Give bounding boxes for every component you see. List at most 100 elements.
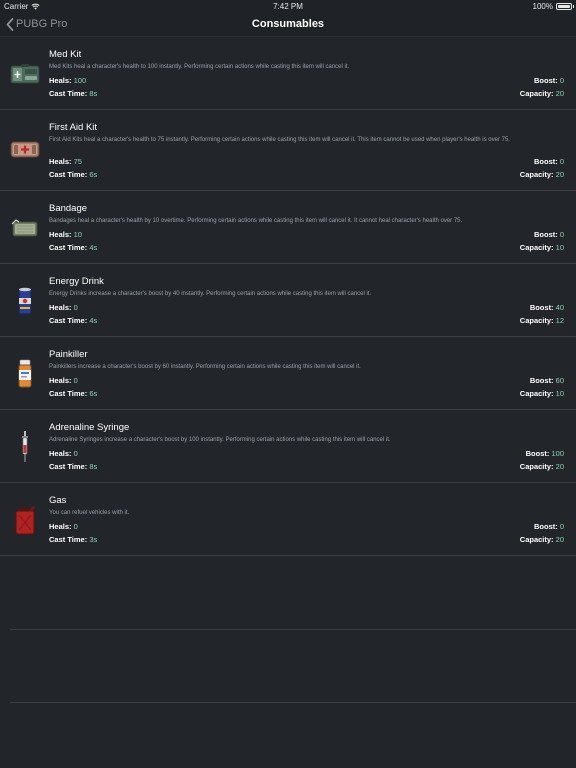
painkiller-icon	[10, 359, 40, 389]
boost-stat: Boost: 0	[534, 157, 564, 166]
cast-time-label: Cast Time:	[49, 316, 88, 325]
boost-label: Boost:	[529, 303, 554, 312]
heals-label: Heals:	[49, 522, 72, 531]
energy-drink-icon	[10, 286, 40, 316]
cast-time-value: 8s	[89, 462, 98, 471]
boost-label: Boost:	[533, 522, 558, 531]
list-item[interactable]: Med Kit Med Kits heal a character's heal…	[0, 37, 576, 110]
cast-time-stat: Cast Time: 3s	[49, 535, 97, 544]
item-description: Bandages heal a character's health by 10…	[49, 218, 463, 224]
list-item[interactable]: Gas You can refuel vehicles with it. Hea…	[0, 483, 576, 556]
back-button-label: PUBG Pro	[16, 18, 68, 30]
list-item[interactable]: Painkiller Painkillers increase a charac…	[0, 337, 576, 410]
capacity-value: 10	[555, 389, 564, 398]
heals-value: 10	[73, 230, 82, 239]
boost-label: Boost:	[533, 230, 558, 239]
cast-time-stat: Cast Time: 6s	[49, 389, 97, 398]
capacity-value: 20	[555, 89, 564, 98]
list-item[interactable]: First Aid Kit First Aid Kits heal a char…	[0, 110, 576, 191]
heals-value: 100	[73, 76, 87, 85]
item-name: Painkiller	[49, 349, 88, 360]
cast-time-label: Cast Time:	[49, 170, 88, 179]
battery-percent: 100%	[532, 1, 553, 11]
boost-value: 60	[555, 376, 564, 385]
capacity-label: Capacity:	[519, 170, 554, 179]
capacity-value: 20	[555, 170, 564, 179]
capacity-stat: Capacity: 10	[520, 389, 564, 398]
cast-time-label: Cast Time:	[49, 243, 88, 252]
item-name: Gas	[49, 495, 67, 506]
cast-time-stat: Cast Time: 8s	[49, 462, 97, 471]
list-item[interactable]: Energy Drink Energy Drinks increase a ch…	[0, 264, 576, 337]
heals-label: Heals:	[49, 157, 72, 166]
capacity-label: Capacity:	[519, 535, 554, 544]
capacity-label: Capacity:	[519, 89, 554, 98]
cast-time-label: Cast Time:	[49, 389, 88, 398]
cast-time-stat: Cast Time: 4s	[49, 243, 97, 252]
heals-stat: Heals: 0	[49, 303, 78, 312]
capacity-value: 12	[555, 316, 564, 325]
heals-value: 0	[73, 376, 78, 385]
capacity-label: Capacity:	[519, 243, 554, 252]
boost-label: Boost:	[533, 157, 558, 166]
heals-label: Heals:	[49, 230, 72, 239]
item-name: First Aid Kit	[49, 122, 98, 133]
capacity-label: Capacity:	[519, 462, 554, 471]
boost-value: 0	[559, 157, 564, 166]
capacity-stat: Capacity: 20	[520, 170, 564, 179]
capacity-stat: Capacity: 10	[520, 243, 564, 252]
cast-time-label: Cast Time:	[49, 89, 88, 98]
capacity-value: 20	[555, 535, 564, 544]
empty-row-separator	[10, 702, 576, 703]
boost-value: 0	[559, 76, 564, 85]
item-description: Adrenaline Syringes increase a character…	[49, 437, 391, 443]
cast-time-value: 4s	[89, 316, 98, 325]
heals-value: 0	[73, 449, 78, 458]
cast-time-stat: Cast Time: 6s	[49, 170, 97, 179]
heals-label: Heals:	[49, 376, 72, 385]
heals-stat: Heals: 0	[49, 449, 78, 458]
status-left: Carrier	[4, 2, 40, 11]
empty-row-separator	[10, 629, 576, 630]
boost-value: 0	[559, 522, 564, 531]
chevron-left-icon	[6, 17, 14, 31]
list-item[interactable]: Bandage Bandages heal a character's heal…	[0, 191, 576, 264]
cast-time-label: Cast Time:	[49, 462, 88, 471]
heals-stat: Heals: 10	[49, 230, 82, 239]
capacity-stat: Capacity: 20	[520, 535, 564, 544]
boost-label: Boost:	[533, 76, 558, 85]
cast-time-stat: Cast Time: 8s	[49, 89, 97, 98]
med-kit-icon	[10, 59, 40, 89]
carrier-label: Carrier	[4, 1, 29, 11]
heals-value: 0	[73, 303, 78, 312]
boost-stat: Boost: 0	[534, 230, 564, 239]
boost-label: Boost:	[525, 449, 550, 458]
capacity-stat: Capacity: 12	[520, 316, 564, 325]
heals-label: Heals:	[49, 76, 72, 85]
capacity-stat: Capacity: 20	[520, 462, 564, 471]
status-right: 100%	[532, 1, 574, 11]
syringe-icon	[10, 431, 40, 462]
cast-time-value: 6s	[89, 389, 98, 398]
capacity-value: 10	[555, 243, 564, 252]
back-button[interactable]: PUBG Pro	[0, 17, 68, 31]
navigation-bar: PUBG Pro Consumables	[0, 12, 576, 37]
capacity-label: Capacity:	[519, 316, 554, 325]
item-description: Med Kits heal a character's health to 10…	[49, 64, 350, 70]
boost-value: 40	[555, 303, 564, 312]
heals-value: 0	[73, 522, 78, 531]
cast-time-value: 8s	[89, 89, 98, 98]
boost-stat: Boost: 40	[530, 303, 564, 312]
heals-label: Heals:	[49, 303, 72, 312]
boost-value: 100	[551, 449, 564, 458]
item-name: Bandage	[49, 203, 88, 214]
boost-stat: Boost: 100	[526, 449, 564, 458]
cast-time-value: 3s	[89, 535, 98, 544]
status-bar: Carrier 7:42 PM 100%	[0, 0, 576, 12]
battery-icon	[556, 2, 574, 10]
item-name: Med Kit	[49, 49, 82, 60]
list-item[interactable]: Adrenaline Syringe Adrenaline Syringes i…	[0, 410, 576, 483]
item-description: Energy Drinks increase a character's boo…	[49, 291, 372, 297]
cast-time-label: Cast Time:	[49, 535, 88, 544]
boost-stat: Boost: 60	[530, 376, 564, 385]
